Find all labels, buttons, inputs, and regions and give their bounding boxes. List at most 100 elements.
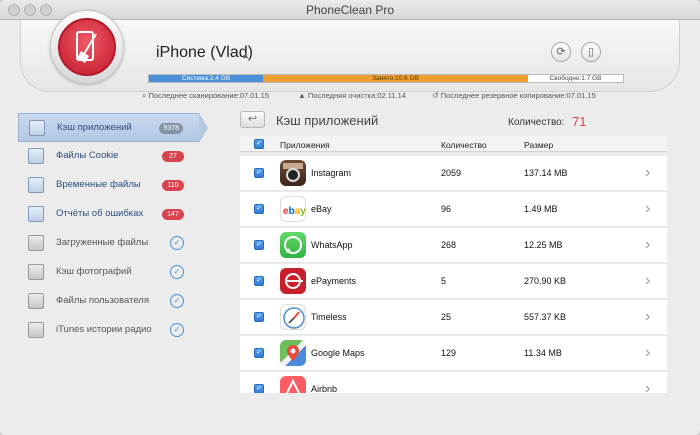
app-name: Timeless <box>311 312 347 322</box>
app-window: PhoneClean Pro iPhone (Vlad) ▲ ⟳ ▯ Систе… <box>0 0 700 435</box>
timeless-icon <box>280 304 306 330</box>
chevron-right-icon[interactable]: › <box>645 236 650 254</box>
app-size: 1.49 MB <box>524 204 558 214</box>
count-value: 71 <box>572 114 587 129</box>
table-row[interactable]: ✓ Google Maps 129 11.34 MB › <box>240 336 667 371</box>
chevron-right-icon[interactable]: › <box>645 308 650 326</box>
storage-bar: Система:2.4 GB Занято:10.6 GB Свободно:1… <box>148 74 624 83</box>
last-clean-info: ▲ Последняя очистка:02.11.14 <box>298 91 406 100</box>
sidebar-item-downloads[interactable]: Загруженные файлы ✓ <box>18 229 200 258</box>
app-name: Google Maps <box>311 348 365 358</box>
refresh-button[interactable]: ⟳ <box>551 42 571 62</box>
app-name: ePayments <box>311 276 357 286</box>
row-checkbox[interactable]: ✓ <box>254 276 264 286</box>
crash-report-icon <box>28 206 44 222</box>
airbnb-icon <box>280 376 306 393</box>
radio-icon <box>28 322 44 338</box>
content-title: Кэш приложений <box>276 113 379 128</box>
sidebar-item-crash-reports[interactable]: Отчёты об ошибках 147 <box>18 200 200 229</box>
sidebar-item-temp-files[interactable]: Временные файлы 110 <box>18 171 200 200</box>
table-row[interactable]: ✓ Timeless 25 557.37 KB › <box>240 300 667 335</box>
row-checkbox[interactable]: ✓ <box>254 348 264 358</box>
sidebar-item-label: iTunes истории радио <box>56 324 152 335</box>
storage-system-segment: Система:2.4 GB <box>149 75 263 82</box>
sidebar-item-label: Кэш приложений <box>57 122 132 133</box>
content-panel: ↩ Кэш приложений Количество: 71 ✓ Прилож… <box>240 108 667 393</box>
app-count: 25 <box>441 312 452 322</box>
app-name: eBay <box>311 204 332 214</box>
device-info-button[interactable]: ▯ <box>581 42 601 62</box>
table-row[interactable]: ✓ ePayments 5 270.90 KB › <box>240 264 667 299</box>
row-checkbox[interactable]: ✓ <box>254 168 264 178</box>
sidebar-item-label: Файлы пользователя <box>56 295 149 306</box>
app-count: 129 <box>441 348 457 358</box>
app-size: 137.14 MB <box>524 168 568 178</box>
count-badge: 110 <box>162 180 184 191</box>
last-scan-info: ⌕ Последнее сканирование:07.01.15 <box>142 91 270 100</box>
photo-icon <box>28 264 44 280</box>
count-badge: 147 <box>162 209 184 220</box>
count-badge: 9378 <box>159 123 183 134</box>
sidebar-item-itunes-radio[interactable]: iTunes истории радио ✓ <box>18 316 200 345</box>
row-checkbox[interactable]: ✓ <box>254 240 264 250</box>
sidebar-item-label: Временные файлы <box>56 179 141 190</box>
count-label: Количество: <box>508 117 565 128</box>
app-name: Instagram <box>311 168 352 178</box>
app-name: Airbnb <box>311 384 338 393</box>
select-all-checkbox[interactable]: ✓ <box>254 139 264 149</box>
sidebar-item-label: Загруженные файлы <box>56 237 149 248</box>
done-check-icon: ✓ <box>170 265 184 279</box>
chevron-right-icon[interactable]: › <box>645 272 650 290</box>
column-header-app[interactable]: Приложения <box>280 140 330 150</box>
count-badge: 27 <box>162 151 184 162</box>
sidebar-item-user-files[interactable]: Файлы пользователя ✓ <box>18 287 200 316</box>
row-checkbox[interactable]: ✓ <box>254 312 264 322</box>
app-cache-icon <box>29 120 45 136</box>
table-header: ✓ Приложения Количество Размер <box>240 136 667 152</box>
device-name[interactable]: iPhone (Vlad) <box>156 44 253 62</box>
column-header-size[interactable]: Размер <box>524 140 553 150</box>
table-row[interactable]: ✓ WhatsApp 268 12.25 MB › <box>240 228 667 263</box>
done-check-icon: ✓ <box>170 236 184 250</box>
download-icon <box>28 235 44 251</box>
search-icon: ⌕ <box>142 91 147 100</box>
instagram-icon <box>280 160 306 186</box>
app-name: WhatsApp <box>311 240 353 250</box>
ebay-icon: ebay <box>280 196 306 222</box>
sidebar-item-app-cache[interactable]: Кэш приложений 9378 <box>18 113 208 143</box>
storage-used-segment: Занято:10.6 GB <box>263 75 528 82</box>
epayments-icon <box>280 268 306 294</box>
cookie-file-icon <box>28 148 44 164</box>
column-header-count[interactable]: Количество <box>441 140 487 150</box>
app-count: 5 <box>441 276 447 286</box>
phone-broom-icon <box>76 31 97 63</box>
row-checkbox[interactable]: ✓ <box>254 204 264 214</box>
table-row[interactable]: ✓ Airbnb › <box>240 372 667 393</box>
table-row[interactable]: ✓ ebay eBay 96 1.49 MB › <box>240 192 667 227</box>
app-size: 11.34 MB <box>524 348 562 358</box>
back-button[interactable]: ↩ <box>240 111 265 128</box>
last-backup-info: ↺ Последнее резервное копирование:07.01.1… <box>432 91 596 100</box>
svg-text:ebay: ebay <box>283 206 306 217</box>
sidebar-item-photo-cache[interactable]: Кэш фотографий ✓ <box>18 258 200 287</box>
app-size: 12.25 MB <box>524 240 563 250</box>
chevron-right-icon[interactable]: › <box>645 380 650 393</box>
app-count: 96 <box>441 204 452 214</box>
row-checkbox[interactable]: ✓ <box>254 384 264 393</box>
chevron-right-icon[interactable]: › <box>645 344 650 362</box>
app-count: 268 <box>441 240 457 250</box>
sidebar-item-cookies[interactable]: Файлы Cookie 27 <box>18 142 200 171</box>
chevron-right-icon[interactable]: › <box>645 200 650 218</box>
whatsapp-icon <box>280 232 306 258</box>
google-maps-icon <box>280 340 306 366</box>
sidebar-item-label: Файлы Cookie <box>56 150 119 161</box>
app-size: 270.90 KB <box>524 276 567 286</box>
eject-icon[interactable]: ▲ <box>241 50 250 60</box>
chevron-right-icon[interactable]: › <box>645 164 650 182</box>
sidebar-item-label: Кэш фотографий <box>56 266 132 277</box>
sidebar-item-label: Отчёты об ошибках <box>56 208 144 219</box>
history-icon: ↺ <box>432 91 439 100</box>
temp-file-icon <box>28 177 44 193</box>
table-row[interactable]: ✓ Instagram 2059 137.14 MB › <box>240 156 667 191</box>
broom-icon: ▲ <box>298 91 306 100</box>
